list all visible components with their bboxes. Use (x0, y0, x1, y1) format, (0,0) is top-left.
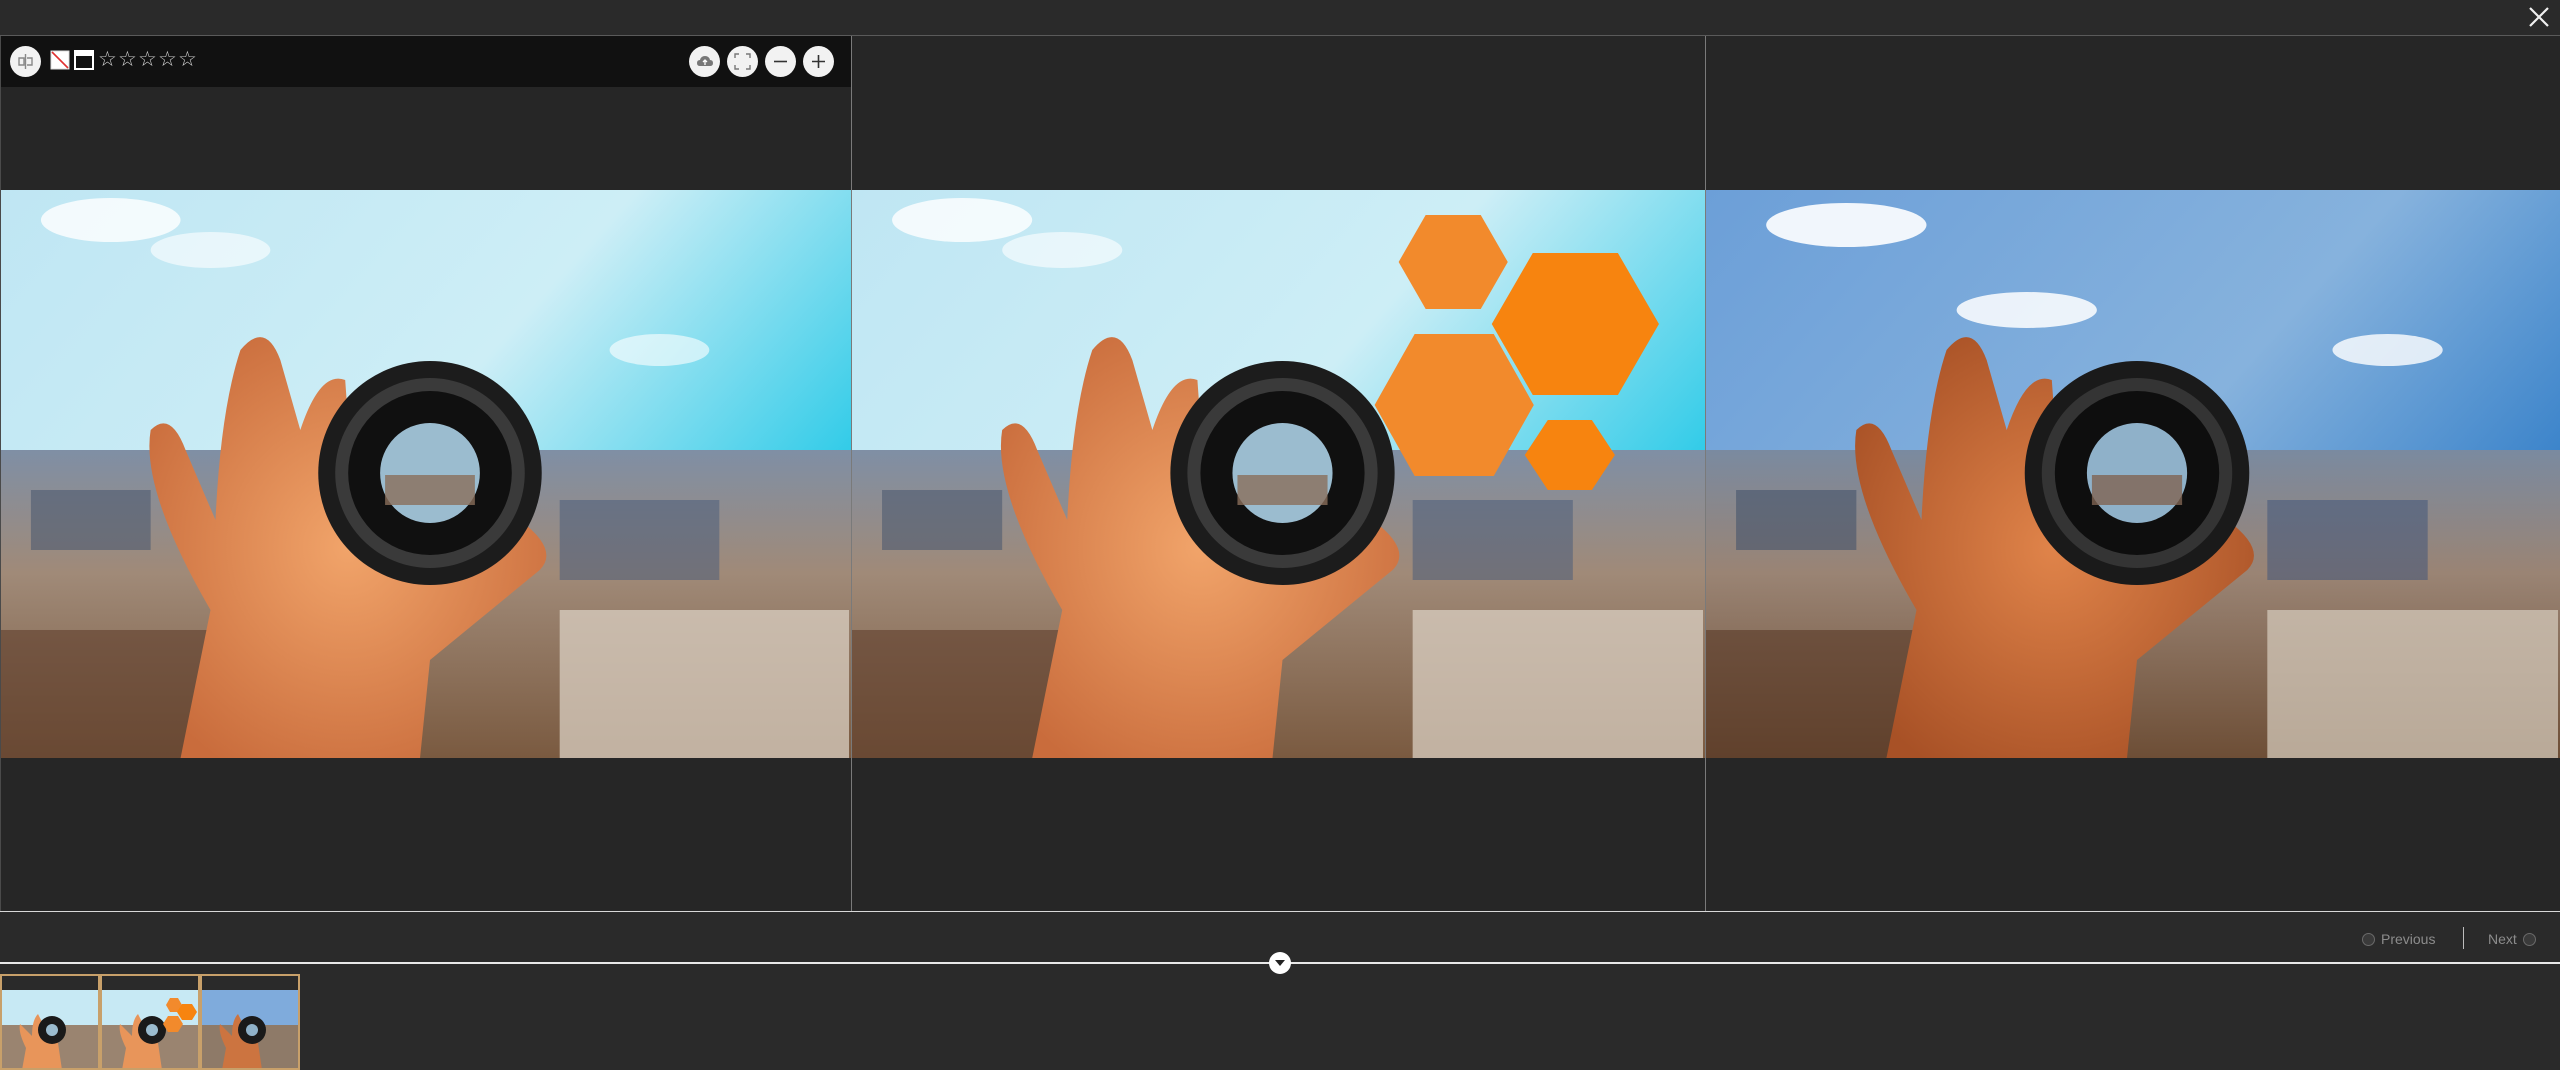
thumbnail-2[interactable] (100, 974, 200, 1070)
thumbnail-1[interactable] (0, 974, 100, 1070)
close-icon (2529, 7, 2549, 27)
photo-lens-edited (1706, 190, 2560, 758)
compare-pane-1[interactable]: ☆ ☆ ☆ ☆ ☆ (0, 36, 852, 911)
star-2[interactable]: ☆ (118, 48, 137, 70)
thumbnail-3[interactable] (200, 974, 300, 1070)
next-button[interactable]: Next (2488, 929, 2536, 949)
previous-button[interactable]: Previous (2362, 929, 2435, 949)
thumbnail-image (202, 990, 298, 1068)
close-button[interactable] (2524, 2, 2554, 32)
window-icon (74, 50, 94, 70)
fullscreen-button[interactable] (727, 46, 758, 77)
top-bar (0, 0, 2560, 35)
compare-pane-2[interactable] (852, 36, 1706, 911)
zoom-out-button[interactable] (765, 46, 796, 77)
no-image-icon (50, 50, 70, 70)
thumbnail-image (102, 990, 198, 1068)
fullscreen-icon (734, 53, 751, 70)
compare-mode-button[interactable] (10, 46, 41, 77)
star-3[interactable]: ☆ (138, 48, 157, 70)
star-1[interactable]: ☆ (98, 48, 117, 70)
image-compare-area: ☆ ☆ ☆ ☆ ☆ (0, 35, 2560, 912)
photo-lens-with-hexagons (852, 190, 1705, 758)
zoom-in-button[interactable] (803, 46, 834, 77)
no-image-button[interactable] (50, 50, 70, 70)
pane-toolbar: ☆ ☆ ☆ ☆ ☆ (1, 36, 851, 87)
star-5[interactable]: ☆ (178, 48, 197, 70)
nav-divider (2463, 927, 2464, 949)
star-rating: ☆ ☆ ☆ ☆ ☆ (98, 48, 197, 74)
zoom-in-icon (812, 55, 825, 68)
previous-circle-icon (2362, 932, 2375, 946)
next-circle-icon (2522, 932, 2536, 946)
filmstrip (0, 974, 2560, 1070)
zoom-out-icon (774, 60, 787, 63)
filmstrip-toggle-button[interactable] (1269, 952, 1291, 974)
cloud-upload-button[interactable] (689, 46, 720, 77)
photo-lens-in-hand (1, 190, 851, 758)
star-4[interactable]: ☆ (158, 48, 177, 70)
previous-label: Previous (2381, 931, 2436, 947)
compare-icon (18, 54, 33, 69)
chevron-down-icon (1275, 960, 1285, 966)
compare-pane-3[interactable] (1706, 36, 2560, 911)
cloud-upload-icon (696, 55, 713, 66)
compare-viewer-app: ☆ ☆ ☆ ☆ ☆ Previous Next (0, 0, 2560, 1070)
next-label: Next (2488, 931, 2517, 947)
window-button[interactable] (74, 50, 94, 70)
thumbnail-image (2, 990, 98, 1068)
